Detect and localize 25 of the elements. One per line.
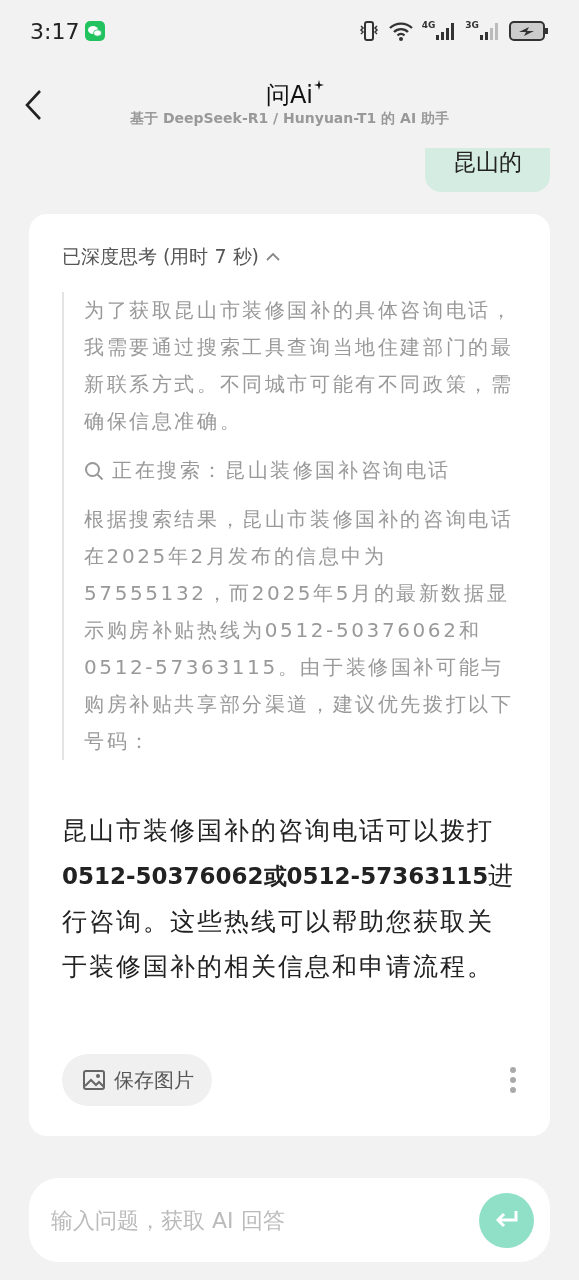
thinking-text: 根据搜索结果，昆山市装修国补的咨询电话在2025年2月发布的信息中为57555132，而2025年5月的最新数据显示购房补贴热线为0512-50376062和0512-57363115。由于装修国补可能与购房补贴共享部分渠道，建议优先拨打以下号码：	[84, 506, 515, 755]
app-title: 问Ai	[265, 81, 314, 109]
question-input-field[interactable]: 输入问题，获取 AI 回答	[49, 1206, 479, 1234]
network-type-label: 3G	[465, 21, 479, 30]
save-image-button[interactable]: 保存图片	[62, 1054, 212, 1106]
input-bar[interactable]: 输入问题，获取 AI 回答	[29, 1178, 550, 1262]
chat-app-icon	[85, 21, 106, 41]
answer-text: 昆山市装修国补的咨询电话可以拨打0512-50376062或0512-57363115进行咨询。这些热线可以帮助您获取关于装修国补的相关信息和申请流程。	[62, 815, 517, 983]
search-icon	[84, 460, 104, 481]
search-status-text: 正在搜索：昆山装修国补咨询电话	[112, 457, 451, 484]
wifi-icon	[387, 21, 414, 41]
sparkle-icon	[314, 79, 325, 90]
chevron-icon	[265, 252, 282, 262]
network-type-label: 4G	[421, 21, 436, 30]
battery-charging-icon	[509, 20, 549, 42]
user-message-bubble: 昆山的	[425, 148, 550, 192]
vibrate-icon	[357, 20, 380, 42]
send-button[interactable]	[479, 1192, 534, 1248]
image-icon	[82, 1068, 106, 1092]
clock-time: 3:17	[30, 18, 80, 44]
thinking-toggle[interactable]: 已深度思考 (用时 7 秒)	[62, 244, 282, 270]
signal-icon	[479, 21, 501, 41]
thinking-text: 为了获取昆山市装修国补的具体咨询电话，我需要通过搜索工具查询当地住建部门的最新联系方式。不同城市可能有不同政策，需确保信息准确。	[84, 297, 515, 435]
app-subtitle: 基于 DeepSeek-R1 / Hunyuan-T1 的 AI 助手	[130, 110, 449, 129]
more-options-icon[interactable]	[509, 1066, 517, 1094]
